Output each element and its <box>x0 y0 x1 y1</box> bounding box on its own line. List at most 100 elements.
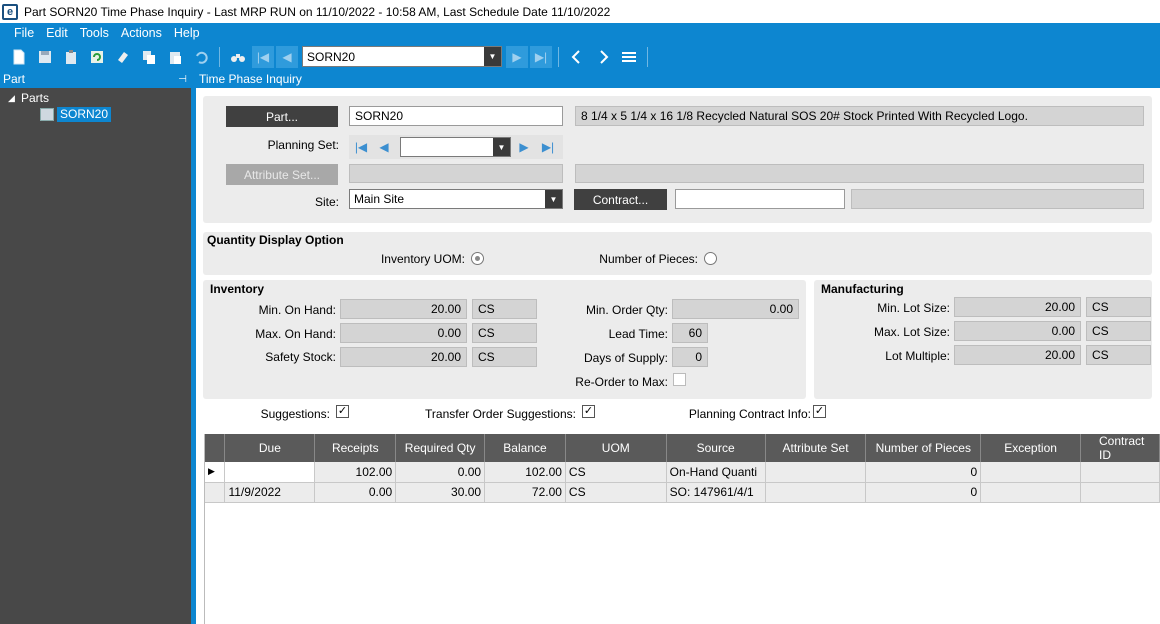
cell-due[interactable] <box>224 462 316 483</box>
column-header-attribute-set[interactable]: Attribute Set <box>765 434 867 462</box>
site-combo[interactable]: Main Site ▼ <box>349 189 563 209</box>
chevron-down-icon[interactable]: ▼ <box>545 190 562 208</box>
last-planning-set-icon[interactable]: ▶| <box>538 137 558 157</box>
menu-tools[interactable]: Tools <box>80 26 109 40</box>
inventory-uom-label: Inventory UOM: <box>380 252 465 266</box>
current-row-indicator-icon[interactable]: ▶ <box>205 462 226 483</box>
chevron-down-icon[interactable]: ▼ <box>493 138 510 156</box>
contract-input[interactable] <box>675 189 845 209</box>
planning-set-label: Planning Set: <box>267 138 339 152</box>
cell-required-qty[interactable]: 30.00 <box>395 482 486 503</box>
column-header-exception[interactable]: Exception <box>980 434 1081 462</box>
last-record-icon[interactable]: ▶| <box>530 45 552 68</box>
pin-icon[interactable]: ⊣ <box>178 74 187 85</box>
cell-due[interactable]: 11/9/2022 <box>224 482 316 503</box>
part-search-value: SORN20 <box>307 49 356 64</box>
cell-receipts[interactable]: 0.00 <box>314 482 397 503</box>
part-search-combo[interactable]: SORN20 ▼ <box>302 46 502 67</box>
cell-uom[interactable]: CS <box>565 462 667 483</box>
cell-balance[interactable]: 72.00 <box>484 482 566 503</box>
attribute-set-button[interactable]: Attribute Set... <box>226 164 338 185</box>
cell-uom[interactable]: CS <box>565 482 667 503</box>
eraser-icon[interactable] <box>113 47 133 67</box>
copy-icon[interactable] <box>139 47 159 67</box>
toolbar: |◀ ◀ SORN20 ▼ ▶ ▶| <box>0 43 1160 70</box>
column-header-required-qty[interactable]: Required Qty <box>395 434 486 462</box>
tree-item-sorn20[interactable]: SORN20 <box>57 107 112 122</box>
max-on-hand-value: 0.00 <box>340 323 467 343</box>
max-lot-size-label: Max. Lot Size: <box>873 325 950 339</box>
cell-source[interactable]: SO: 147961/4/1 <box>666 482 766 503</box>
forward-icon[interactable] <box>593 47 613 67</box>
number-of-pieces-radio[interactable] <box>704 252 717 265</box>
column-header-uom[interactable]: UOM <box>565 434 667 462</box>
cell-number-of-pieces[interactable]: 0 <box>865 462 982 483</box>
tree-root-parts[interactable]: Parts <box>21 91 49 105</box>
planning-contract-info-checkbox[interactable]: ✓ <box>813 405 826 418</box>
planning-set-combo[interactable]: ▼ <box>400 137 511 157</box>
cell-number-of-pieces[interactable]: 0 <box>865 482 982 503</box>
reorder-to-max-checkbox[interactable] <box>673 373 686 386</box>
column-header-number-of-pieces[interactable]: Number of Pieces <box>865 434 982 462</box>
cell-balance[interactable]: 102.00 <box>484 462 566 483</box>
part-button[interactable]: Part... <box>226 106 338 127</box>
refresh-icon[interactable] <box>87 47 107 67</box>
reorder-to-max-label: Re-Order to Max: <box>575 375 668 389</box>
binoculars-icon[interactable] <box>228 47 248 67</box>
menu-file[interactable]: File <box>14 26 34 40</box>
previous-planning-set-icon[interactable]: ◀ <box>374 137 394 157</box>
cell-exception[interactable] <box>980 482 1081 503</box>
inventory-uom-radio[interactable] <box>471 252 484 265</box>
next-planning-set-icon[interactable]: ▶ <box>514 137 534 157</box>
next-record-icon[interactable]: ▶ <box>506 45 528 68</box>
cell-attribute-set[interactable] <box>765 482 867 503</box>
column-header-balance[interactable]: Balance <box>484 434 566 462</box>
cell-contract-id[interactable] <box>1080 482 1160 503</box>
new-icon[interactable] <box>9 47 29 67</box>
menu-help[interactable]: Help <box>174 26 200 40</box>
hamburger-menu-icon[interactable] <box>619 47 639 67</box>
part-number-input[interactable]: SORN20 <box>349 106 563 126</box>
table-row[interactable]: ▶ 102.00 0.00 102.00 CS On-Hand Quanti 0 <box>205 462 1160 483</box>
attribute-set-input[interactable] <box>349 164 563 183</box>
cell-contract-id[interactable] <box>1080 462 1160 483</box>
chevron-down-icon[interactable]: ▼ <box>484 47 501 66</box>
first-record-icon[interactable]: |◀ <box>252 45 274 68</box>
column-header-source[interactable]: Source <box>666 434 766 462</box>
transfer-order-suggestions-checkbox[interactable]: ✓ <box>582 405 595 418</box>
inventory-title: Inventory <box>210 282 265 296</box>
days-of-supply-label: Days of Supply: <box>583 351 668 365</box>
save-icon[interactable] <box>35 47 55 67</box>
min-on-hand-uom: CS <box>472 299 537 319</box>
lot-multiple-value: 20.00 <box>954 345 1081 365</box>
left-panel-header: Part ⊣ <box>0 70 193 88</box>
cell-required-qty[interactable]: 0.00 <box>395 462 486 483</box>
safety-stock-label: Safety Stock: <box>265 350 336 364</box>
back-icon[interactable] <box>567 47 587 67</box>
previous-record-icon[interactable]: ◀ <box>276 45 298 68</box>
first-planning-set-icon[interactable]: |◀ <box>351 137 371 157</box>
column-header-receipts[interactable]: Receipts <box>314 434 397 462</box>
max-lot-size-value: 0.00 <box>954 321 1081 341</box>
min-order-qty-value: 0.00 <box>672 299 799 319</box>
lead-time-label: Lead Time: <box>608 327 668 341</box>
column-header-due[interactable]: Due <box>224 434 316 462</box>
row-selector[interactable] <box>205 482 226 503</box>
planning-contract-info-label: Planning Contract Info: <box>688 407 811 421</box>
menu-edit[interactable]: Edit <box>46 26 68 40</box>
expand-triangle-icon[interactable]: ◢ <box>8 93 15 104</box>
contract-button[interactable]: Contract... <box>574 189 667 210</box>
cell-attribute-set[interactable] <box>765 462 867 483</box>
undo-icon[interactable] <box>191 47 211 67</box>
max-on-hand-uom: CS <box>472 323 537 343</box>
column-header-contract-id[interactable]: Contract ID <box>1080 434 1160 462</box>
cell-exception[interactable] <box>980 462 1081 483</box>
cell-receipts[interactable]: 102.00 <box>314 462 397 483</box>
menu-actions[interactable]: Actions <box>121 26 162 40</box>
paste-icon[interactable] <box>165 47 185 67</box>
table-row[interactable]: 11/9/2022 0.00 30.00 72.00 CS SO: 147961… <box>205 482 1160 503</box>
suggestions-checkbox[interactable]: ✓ <box>336 405 349 418</box>
clipboard-icon[interactable] <box>61 47 81 67</box>
attribute-set-description <box>575 164 1144 183</box>
cell-source[interactable]: On-Hand Quanti <box>666 462 766 483</box>
